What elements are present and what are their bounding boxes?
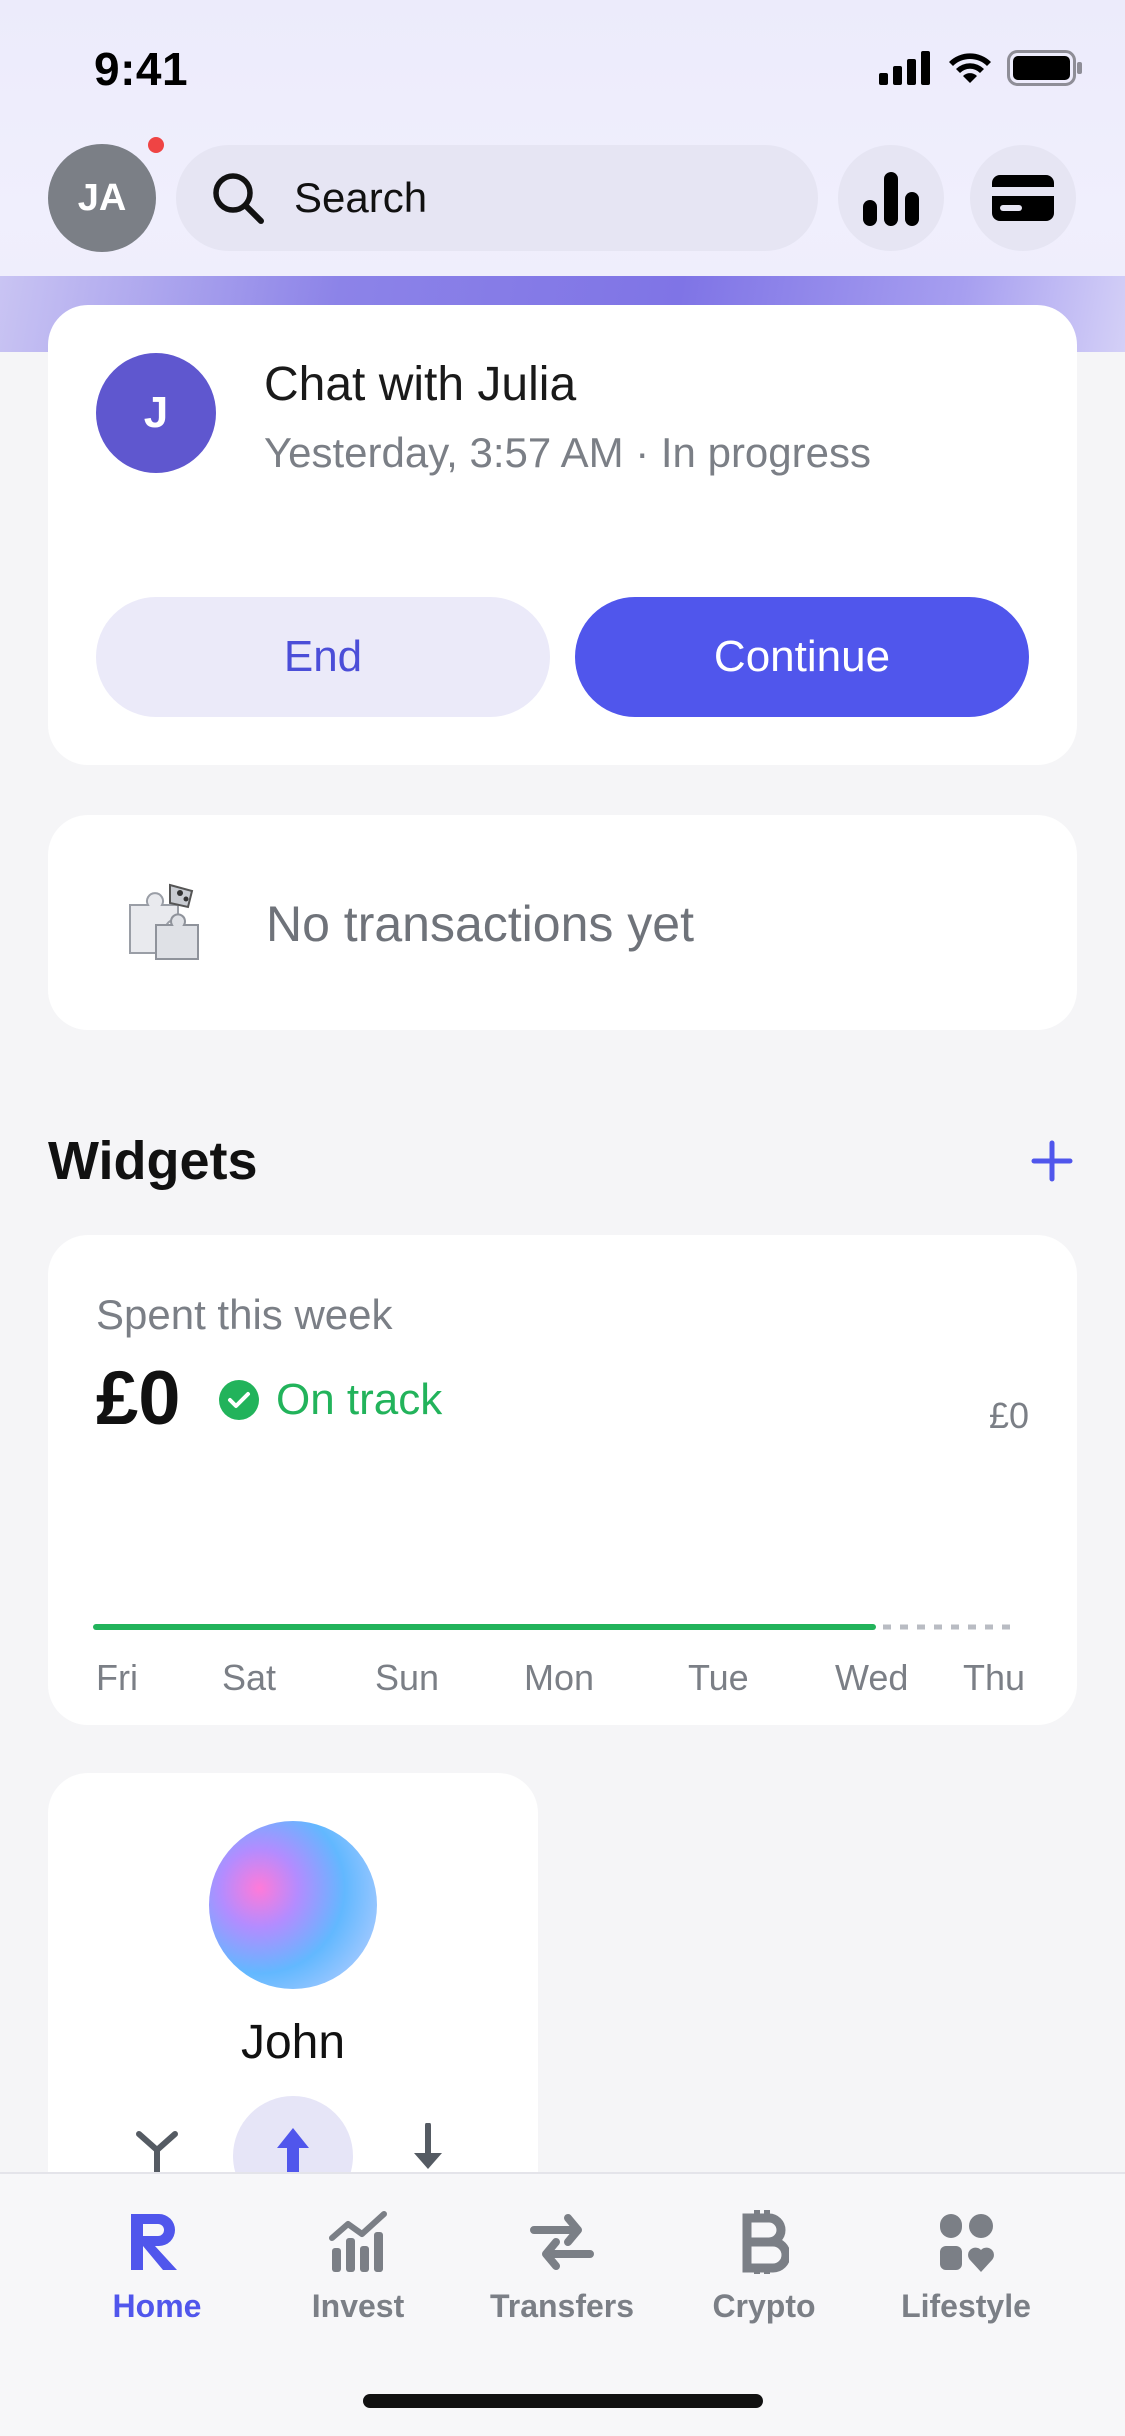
tab-transfers[interactable]: Transfers: [462, 2210, 662, 2325]
contact-name: John: [240, 2016, 346, 2069]
no-transactions-label: No transactions yet: [266, 896, 694, 952]
tab-lifestyle[interactable]: Lifestyle: [866, 2210, 1066, 2325]
transactions-card[interactable]: No transactions yet: [48, 815, 1077, 1030]
day-label: Sun: [375, 1657, 440, 1698]
transfer-arrows-icon: [530, 2214, 594, 2270]
split-icon[interactable]: [133, 2128, 181, 2172]
chat-avatar-initial: J: [143, 388, 169, 437]
contact-widget[interactable]: John: [48, 1773, 538, 2216]
status-icons: [879, 50, 1083, 86]
cards-button[interactable]: [970, 145, 1076, 251]
day-label: Mon: [524, 1657, 595, 1698]
day-label: Wed: [835, 1657, 909, 1698]
continue-chat-button[interactable]: Continue: [575, 597, 1029, 717]
tab-home[interactable]: Home: [57, 2210, 257, 2325]
notification-dot: [148, 137, 164, 153]
search-bar[interactable]: Search: [176, 145, 818, 251]
tab-label: Lifestyle: [901, 2288, 1031, 2324]
search-icon: [213, 173, 264, 224]
profile-avatar[interactable]: JA: [48, 144, 156, 252]
arrow-down-icon[interactable]: [410, 2123, 446, 2173]
bitcoin-icon: [742, 2210, 789, 2274]
tab-invest[interactable]: Invest: [258, 2210, 458, 2325]
chat-avatar: J: [96, 353, 216, 473]
analytics-button[interactable]: [838, 145, 944, 251]
invest-chart-icon: [329, 2211, 387, 2272]
spent-this-week-widget[interactable]: Spent this week £0 On track £0 Fri Sat S…: [48, 1235, 1077, 1725]
puzzle-icon: [129, 883, 199, 960]
search-placeholder: Search: [294, 174, 428, 221]
add-widget-icon[interactable]: [1028, 1137, 1076, 1185]
chat-card[interactable]: J Chat with Julia Yesterday, 3:57 AM · I…: [48, 305, 1077, 765]
battery-icon: [1007, 50, 1082, 86]
contact-avatar: [209, 1821, 377, 1989]
chat-title: Chat with Julia: [264, 358, 577, 411]
end-chat-button[interactable]: End: [96, 597, 550, 717]
tab-label: Crypto: [712, 2288, 816, 2324]
tab-label: Transfers: [489, 2288, 635, 2324]
status-time: 9:41: [94, 43, 189, 95]
card-icon: [992, 175, 1054, 221]
bar-chart-icon: [863, 172, 919, 226]
day-label: Tue: [688, 1657, 749, 1698]
day-label: Fri: [96, 1657, 138, 1698]
day-label: Thu: [963, 1657, 1026, 1698]
home-indicator: [363, 2394, 763, 2408]
wifi-icon: [949, 53, 991, 83]
cellular-signal-icon: [879, 51, 930, 85]
chat-subtitle: Yesterday, 3:57 AM · In progress: [264, 429, 871, 476]
tab-label: Invest: [311, 2288, 405, 2324]
tab-crypto[interactable]: Crypto: [664, 2210, 864, 2325]
spending-chart: [93, 1624, 1018, 1630]
lifestyle-grid-icon: [940, 2214, 994, 2272]
tab-label: Home: [112, 2288, 202, 2324]
profile-initials: JA: [77, 176, 127, 219]
day-label: Sat: [222, 1657, 277, 1698]
revolut-r-icon: [131, 2214, 177, 2270]
widgets-title: Widgets: [48, 1131, 258, 1191]
